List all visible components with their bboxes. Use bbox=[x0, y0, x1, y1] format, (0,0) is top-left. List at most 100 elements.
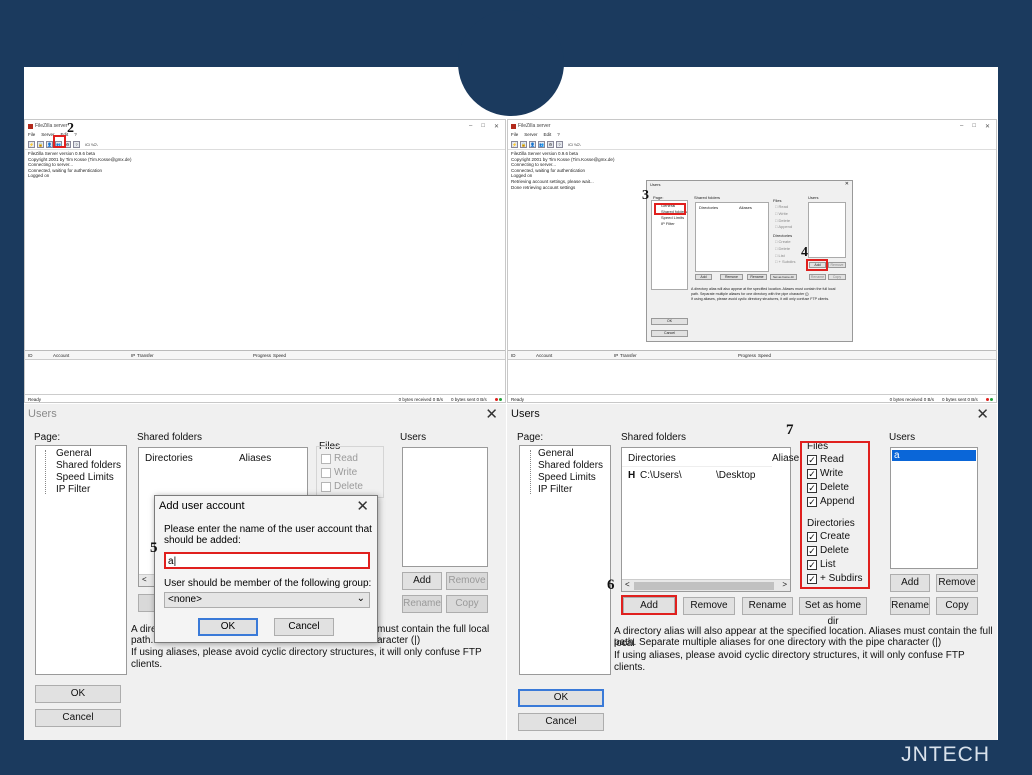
mini-users-list[interactable] bbox=[808, 202, 846, 258]
lock-icon[interactable]: 🔒 bbox=[520, 140, 527, 148]
page-ip-filter[interactable]: IP Filter bbox=[538, 484, 572, 495]
mini-perm-list[interactable]: List bbox=[779, 253, 785, 258]
perm-write[interactable]: Write bbox=[321, 467, 357, 478]
minimize-icon[interactable]: – bbox=[469, 123, 472, 130]
minimize-icon[interactable]: – bbox=[960, 123, 963, 130]
connect-icon[interactable]: ⚡ bbox=[511, 140, 518, 148]
close-icon[interactable]: ✕ bbox=[976, 405, 989, 423]
modal-ok-button[interactable]: OK bbox=[198, 618, 258, 636]
menu-help[interactable]: ? bbox=[557, 132, 560, 139]
users-list[interactable]: a bbox=[890, 447, 978, 569]
send-led-icon bbox=[499, 397, 502, 401]
col-speed: Speed bbox=[758, 352, 772, 358]
page-shared-folders[interactable]: Shared folders bbox=[538, 460, 603, 471]
directory-row-sub[interactable]: \Desktop bbox=[716, 470, 755, 481]
mini-perm-append[interactable]: Append bbox=[778, 224, 792, 229]
mini-perm-dir-delete[interactable]: Delete bbox=[779, 246, 791, 251]
groups-icon[interactable]: ⚙ bbox=[547, 140, 554, 148]
col-speed: Speed bbox=[273, 352, 287, 358]
lock-icon[interactable]: 🔒 bbox=[37, 140, 44, 148]
user-entry-selected[interactable]: a bbox=[892, 450, 976, 461]
mini-rename-dir-button[interactable]: Rename bbox=[747, 274, 767, 280]
close-icon[interactable]: ✕ bbox=[356, 497, 369, 515]
queue-list[interactable] bbox=[25, 360, 505, 395]
maximize-icon[interactable]: □ bbox=[481, 123, 485, 130]
mini-perm-subdirs[interactable]: + Subdirs bbox=[779, 259, 796, 264]
close-icon[interactable]: ✕ bbox=[845, 181, 849, 187]
mini-copy-user-button[interactable]: Copy bbox=[828, 274, 846, 280]
menu-file[interactable]: File bbox=[511, 132, 518, 139]
mini-page-ipfilter[interactable]: IP Filter bbox=[661, 221, 675, 226]
chevron-left-icon[interactable]: < bbox=[142, 575, 147, 584]
menu-file[interactable]: File bbox=[28, 132, 35, 139]
remove-user-button[interactable]: Remove bbox=[936, 574, 978, 592]
chevron-left-icon[interactable]: < bbox=[625, 580, 630, 589]
menu-server[interactable]: Server bbox=[524, 132, 537, 139]
close-icon[interactable]: ✕ bbox=[985, 123, 990, 130]
group-select[interactable]: <none> ⌄ bbox=[164, 592, 370, 608]
page-tree[interactable]: General Shared folders Speed Limits IP F… bbox=[35, 445, 127, 675]
page-general[interactable]: General bbox=[538, 448, 574, 459]
rename-dir-button[interactable]: Rename bbox=[742, 597, 793, 615]
mini-remove-dir-button[interactable]: Remove bbox=[720, 274, 743, 280]
rename-user-button[interactable]: Rename bbox=[890, 597, 930, 615]
scroll-thumb[interactable] bbox=[634, 582, 774, 590]
mini-perm-read[interactable]: Read bbox=[779, 204, 789, 209]
mini-users-label: Users bbox=[808, 195, 819, 200]
ok-button[interactable]: OK bbox=[518, 689, 604, 707]
page-ip-filter[interactable]: IP Filter bbox=[56, 484, 90, 495]
users-icon[interactable]: 👤 bbox=[46, 140, 53, 148]
settings-icon[interactable]: ? bbox=[73, 140, 80, 148]
mini-remove-user-button[interactable]: Remove bbox=[828, 262, 846, 268]
users-list[interactable] bbox=[402, 447, 488, 567]
users-edit-icon[interactable]: 👥 bbox=[538, 140, 545, 148]
close-icon[interactable]: ✕ bbox=[494, 123, 499, 130]
set-home-dir-button[interactable]: Set as home dir bbox=[799, 597, 867, 627]
mini-dirs-label: Directories bbox=[773, 233, 793, 238]
directories-list[interactable]: Directories Aliase H C:\Users\ \Desktop … bbox=[621, 447, 799, 592]
cancel-button[interactable]: Cancel bbox=[35, 709, 121, 727]
menu-help[interactable]: ? bbox=[74, 132, 77, 139]
add-user-button[interactable]: Add bbox=[890, 574, 930, 592]
page-speed-limits[interactable]: Speed Limits bbox=[56, 472, 114, 483]
username-input[interactable]: a| bbox=[164, 552, 370, 569]
perm-delete[interactable]: Delete bbox=[321, 481, 363, 492]
mini-dir-list[interactable]: Directories Aliases bbox=[695, 202, 769, 272]
copy-user-button[interactable]: Copy bbox=[936, 597, 978, 615]
mini-ok-button[interactable]: OK bbox=[651, 318, 688, 325]
chevron-right-icon[interactable]: > bbox=[782, 580, 787, 589]
directory-row-path[interactable]: C:\Users\ bbox=[640, 470, 682, 481]
copy-user-button[interactable]: Copy bbox=[446, 595, 488, 613]
mini-home-dir-button[interactable]: Set as home dir bbox=[770, 274, 797, 280]
mini-perm-write[interactable]: Write bbox=[779, 211, 788, 216]
page-general[interactable]: General bbox=[56, 448, 92, 459]
mini-rename-user-button[interactable]: Rename bbox=[809, 274, 826, 280]
remove-dir-button[interactable]: Remove bbox=[683, 597, 735, 615]
maximize-icon[interactable]: □ bbox=[972, 123, 976, 130]
horizontal-scrollbar[interactable]: < > bbox=[622, 579, 790, 591]
page-tree[interactable]: General Shared folders Speed Limits IP F… bbox=[519, 445, 611, 675]
ok-button[interactable]: OK bbox=[35, 685, 121, 703]
alias-note-2: path. Separate multiple aliases for one … bbox=[614, 637, 942, 648]
modal-cancel-button[interactable]: Cancel bbox=[274, 618, 334, 636]
mini-perm-create[interactable]: Create bbox=[779, 239, 791, 244]
cancel-button[interactable]: Cancel bbox=[518, 713, 604, 731]
remove-user-button[interactable]: Remove bbox=[446, 572, 488, 590]
close-icon[interactable]: ✕ bbox=[485, 405, 498, 423]
queue-list[interactable] bbox=[508, 360, 996, 395]
status-sent: 0 bytes sent 0 B/s bbox=[450, 396, 487, 402]
mini-cancel-button[interactable]: Cancel bbox=[651, 330, 688, 337]
connect-icon[interactable]: ⚡ bbox=[28, 140, 35, 148]
page-shared-folders[interactable]: Shared folders bbox=[56, 460, 121, 471]
mini-page-speed[interactable]: Speed Limits bbox=[661, 215, 684, 220]
rename-user-button[interactable]: Rename bbox=[402, 595, 442, 613]
page-speed-limits[interactable]: Speed Limits bbox=[538, 472, 596, 483]
mini-perm-delete[interactable]: Delete bbox=[779, 218, 791, 223]
users-icon[interactable]: 👤 bbox=[529, 140, 536, 148]
perm-read[interactable]: Read bbox=[321, 453, 358, 464]
highlight-permissions bbox=[800, 441, 870, 589]
menu-edit[interactable]: Edit bbox=[544, 132, 552, 139]
mini-add-dir-button[interactable]: Add bbox=[695, 274, 712, 280]
add-user-button[interactable]: Add bbox=[402, 572, 442, 590]
settings-icon[interactable]: ? bbox=[556, 140, 563, 148]
